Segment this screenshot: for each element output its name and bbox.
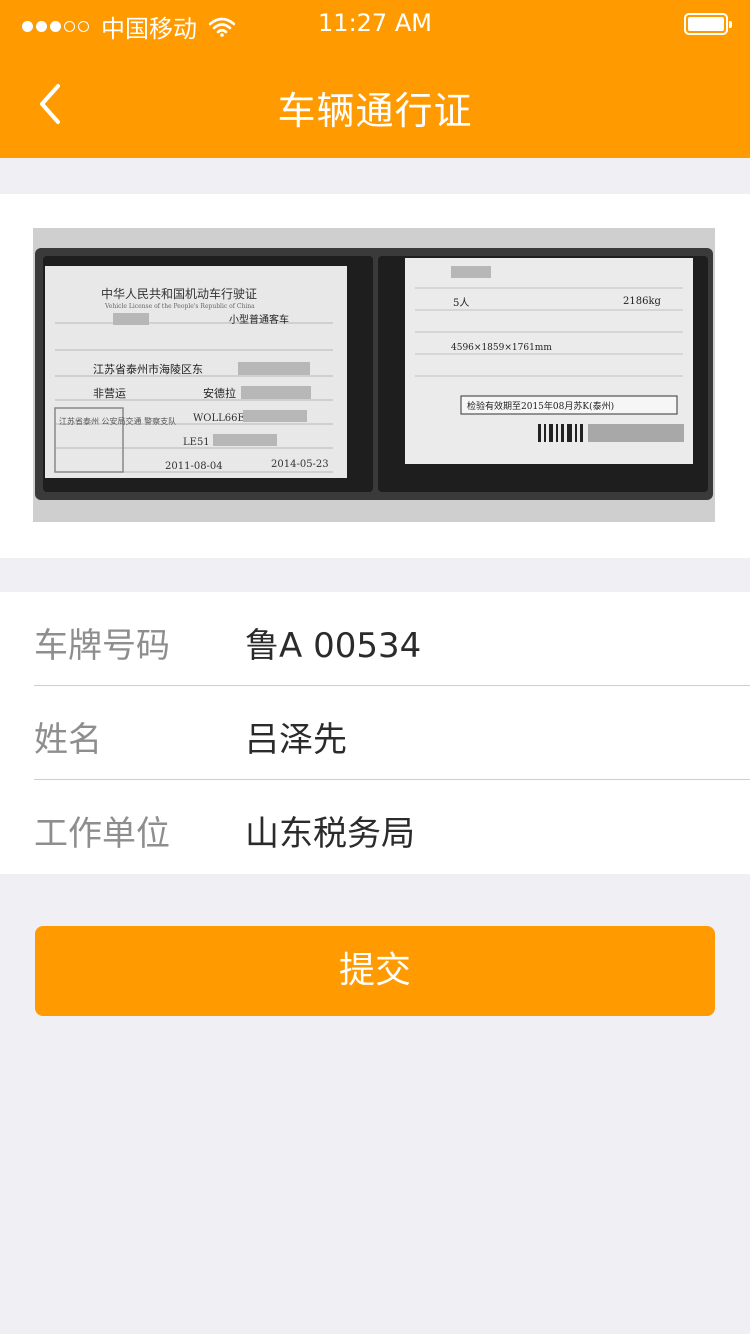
license-engine: LE51 — [183, 437, 210, 448]
license-vehicle-type: 小型普通客车 — [229, 313, 289, 326]
name-label: 姓名 — [34, 720, 102, 760]
plate-label: 车牌号码 — [34, 626, 170, 666]
form-row-plate[interactable]: 车牌号码 鲁A 00534 — [0, 592, 750, 686]
license-dimensions: 4596×1859×1761mm — [451, 343, 552, 353]
svg-text:Vehicle License of the People': Vehicle License of the People's Republic… — [104, 303, 255, 310]
status-time: 11:27 AM — [318, 9, 432, 37]
nav-bar: 车辆通行证 — [0, 48, 750, 158]
page-title: 车辆通行证 — [277, 89, 473, 133]
license-photo-image: 中华人民共和国机动车行驶证 Vehicle License of the Peo… — [33, 228, 715, 522]
license-photo[interactable]: 中华人民共和国机动车行驶证 Vehicle License of the Peo… — [33, 228, 715, 522]
license-total-mass: 2186kg — [623, 296, 662, 307]
license-issue-date: 2014-05-23 — [271, 459, 329, 470]
license-photo-card: 中华人民共和国机动车行驶证 Vehicle License of the Peo… — [0, 194, 750, 558]
form-row-workplace[interactable]: 工作单位 山东税务局 — [0, 780, 750, 874]
license-seats: 5人 — [453, 297, 469, 309]
form-row-name[interactable]: 姓名 吕泽先 — [0, 686, 750, 780]
workplace-label: 工作单位 — [34, 814, 170, 854]
battery-icon — [684, 13, 732, 35]
license-use-nature: 非营运 — [93, 386, 126, 400]
plate-value[interactable]: 鲁A 00534 — [245, 618, 421, 667]
license-inspection: 检验有效期至2015年08月苏K(泰州) — [467, 400, 614, 412]
license-left-title: 中华人民共和国机动车行驶证 — [101, 286, 257, 301]
submit-button[interactable]: 提交 — [35, 926, 715, 1016]
license-address: 江苏省泰州市海陵区东 — [93, 362, 203, 376]
workplace-value[interactable]: 山东税务局 — [245, 806, 415, 855]
name-value[interactable]: 吕泽先 — [245, 712, 347, 761]
battery-fill — [688, 17, 724, 31]
status-bar: 中国移动 11:27 AM — [0, 0, 750, 48]
license-brand: 安德拉 — [203, 386, 236, 400]
license-seal: 江苏省泰州 公安局交通 警察支队 — [59, 416, 176, 426]
license-register-date: 2011-08-04 — [165, 461, 223, 472]
form-section: 车牌号码 鲁A 00534 姓名 吕泽先 工作单位 山东税务局 — [0, 592, 750, 874]
